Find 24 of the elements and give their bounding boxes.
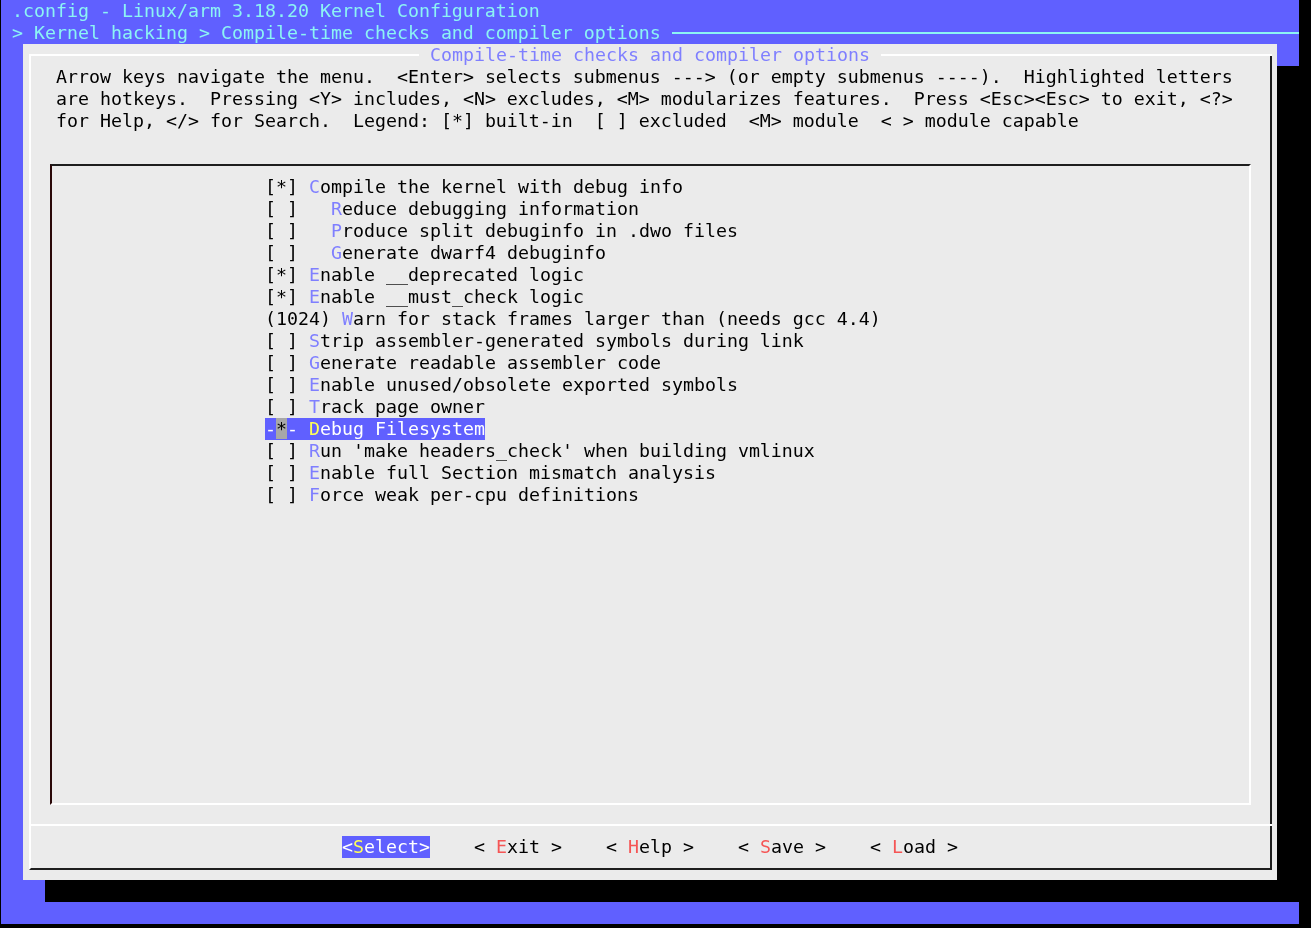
dialog-title: Compile-time checks and compiler options	[429, 44, 871, 66]
help-text: Arrow keys navigate the menu. <Enter> selects submenus ---> (or empty submenus ----). Highlighted letters are hotkeys. Pressing <Y> includes, <N> excludes, <M> modularizes features. Press <Esc><Esc> to exit, <?> for Help, </> for Search. Legend: [*] built-in [ ] excluded <M> module < > module capable	[55, 66, 1234, 132]
menu-item[interactable]: (1024) Warn for stack frames larger than (needs gcc 4.4)	[265, 308, 881, 330]
menu-item[interactable]: [*] Enable __deprecated logic	[265, 264, 584, 286]
menu-item[interactable]: [ ] Reduce debugging information	[265, 198, 639, 220]
menu-item[interactable]: -*- Debug Filesystem	[265, 418, 485, 440]
menu-item[interactable]: [*] Compile the kernel with debug info	[265, 176, 683, 198]
menu-item[interactable]: [ ] Track page owner	[265, 396, 485, 418]
menu-item[interactable]: [ ] Generate dwarf4 debuginfo	[265, 242, 606, 264]
menu-item[interactable]: [ ] Enable unused/obsolete exported symbols	[265, 374, 738, 396]
menu-item[interactable]: [ ] Produce split debuginfo in .dwo files	[265, 220, 738, 242]
menu-item[interactable]: [ ] Force weak per-cpu definitions	[265, 484, 639, 506]
menu-item[interactable]: [ ] Generate readable assembler code	[265, 352, 661, 374]
menu-item[interactable]: [ ] Strip assembler-generated symbols during link	[265, 330, 804, 352]
menu-item[interactable]: [ ] Enable full Section mismatch analysis	[265, 462, 716, 484]
dialog-button[interactable]: < Save >	[737, 836, 826, 858]
dialog-button[interactable]: < Exit >	[474, 836, 562, 858]
breadcrumb: > Kernel hacking > Compile-time checks and compiler options	[12, 22, 661, 44]
dialog-button[interactable]: <Select>	[342, 836, 430, 858]
dialog-button[interactable]: < Help >	[605, 836, 694, 858]
menu-item[interactable]: [*] Enable __must_check logic	[265, 286, 584, 308]
menu-item[interactable]: [ ] Run 'make headers_check' when building vmlinux	[265, 440, 815, 462]
dialog-button[interactable]: < Load >	[869, 836, 958, 858]
window-title: .config - Linux/arm 3.18.20 Kernel Configuration	[12, 0, 540, 22]
